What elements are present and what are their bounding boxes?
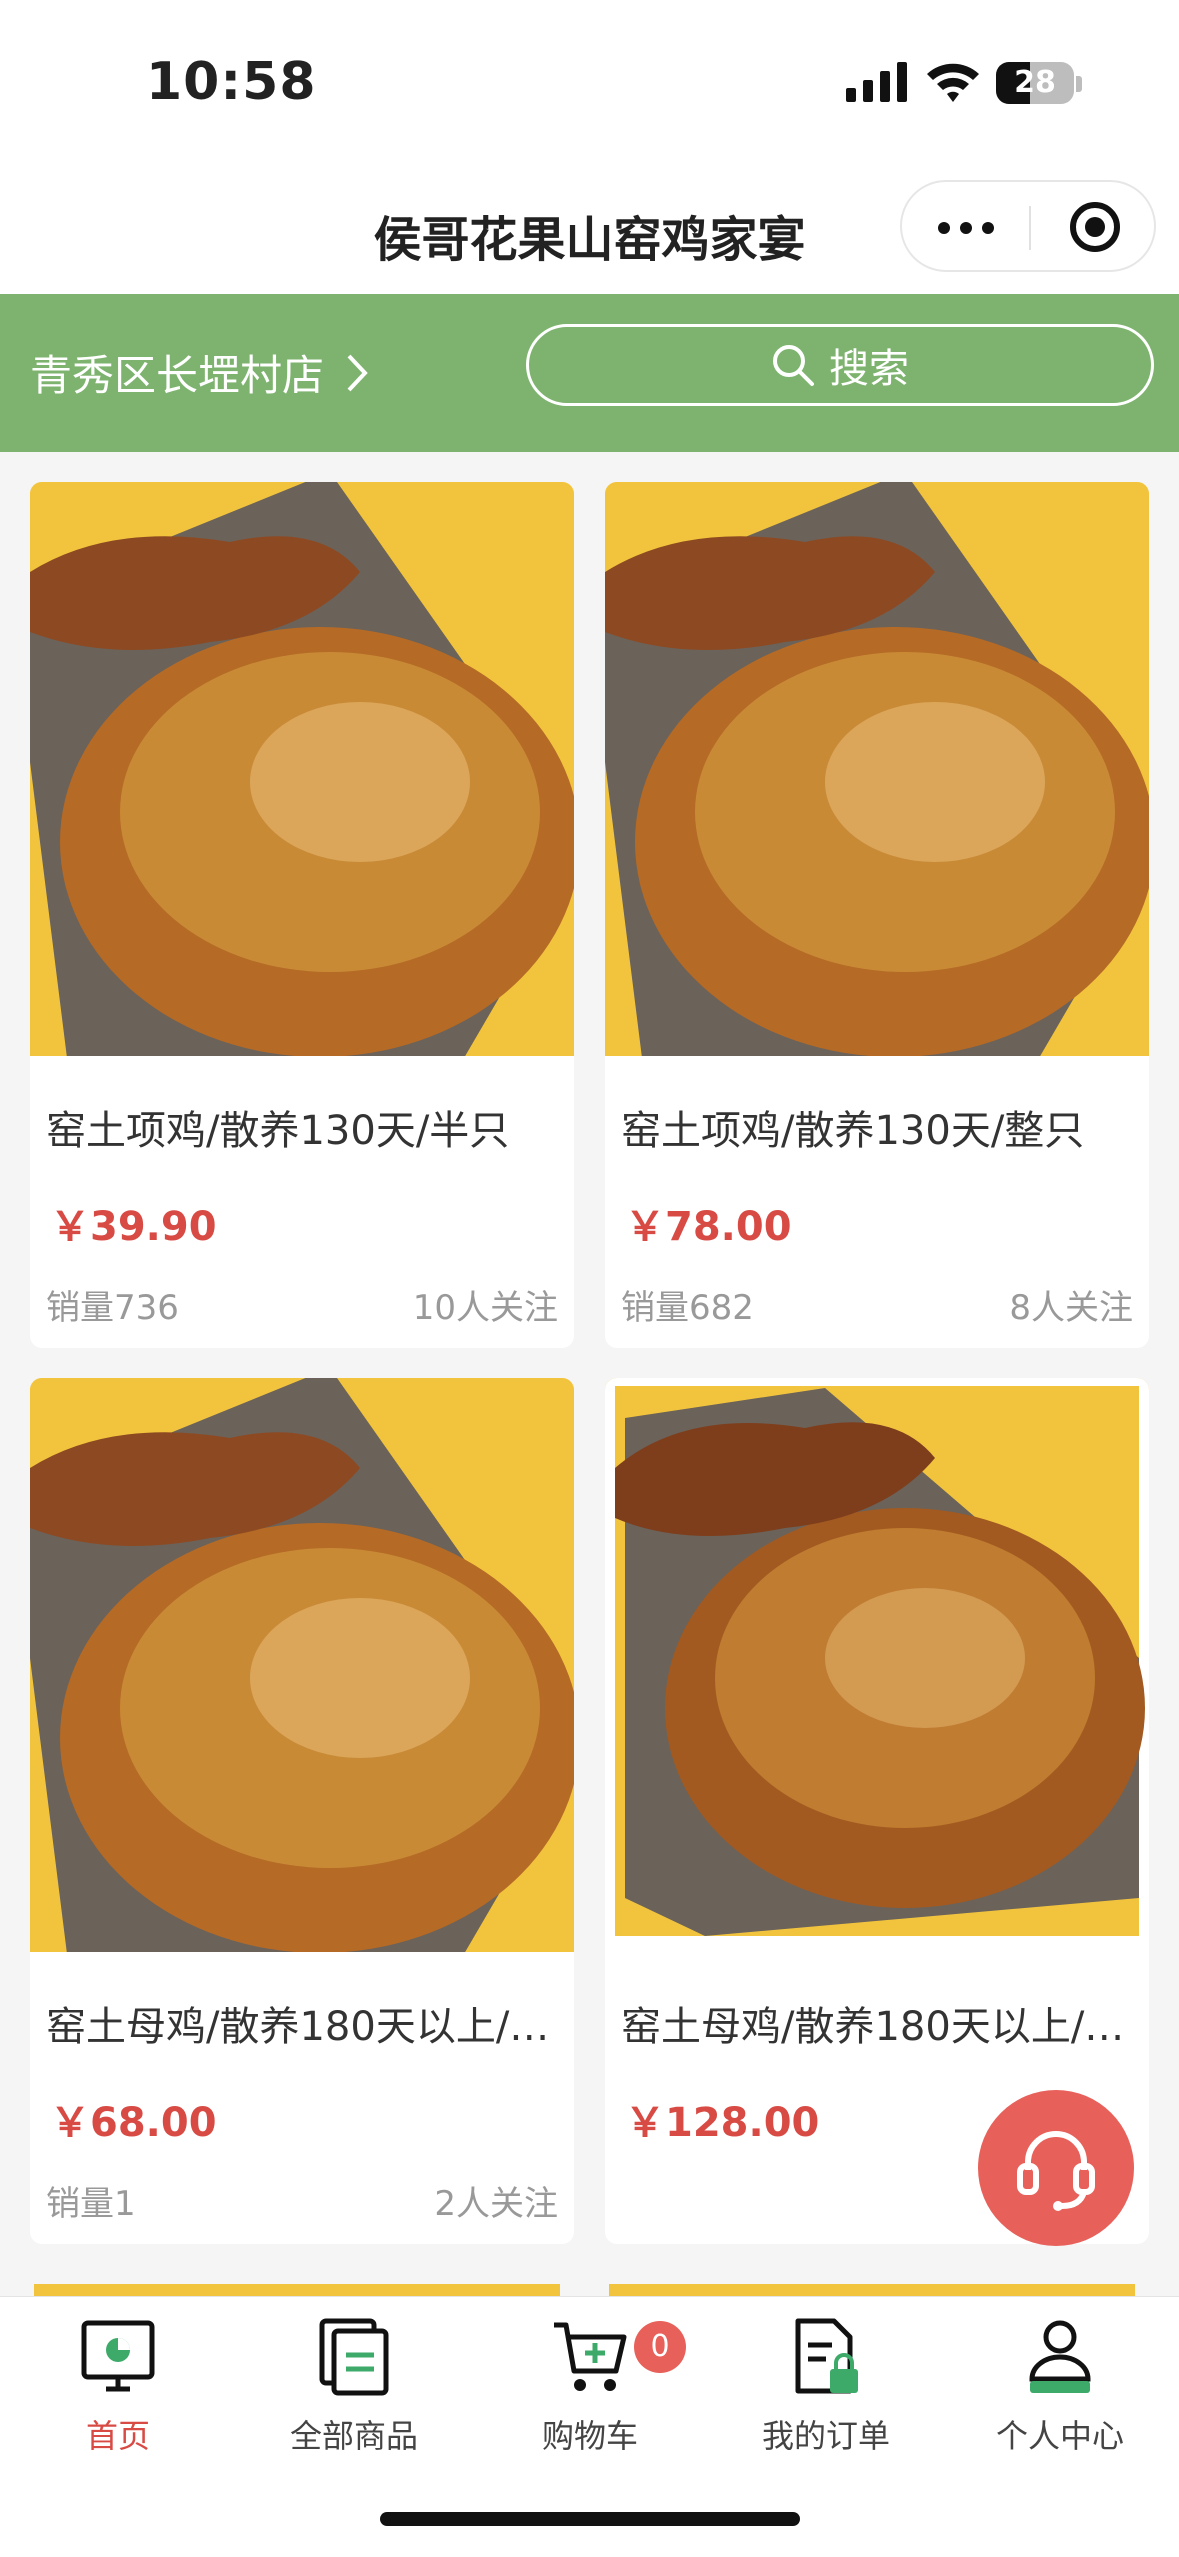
home-icon	[81, 2320, 155, 2392]
headset-icon	[1017, 2131, 1095, 2211]
product-name: 窑土项鸡/散养130天/半只	[46, 1108, 510, 1154]
home-indicator	[380, 2512, 800, 2526]
profile-icon	[1029, 2320, 1091, 2393]
product-followers: 10人关注	[412, 1288, 558, 1328]
product-price: ￥68.00	[50, 2100, 217, 2146]
battery-icon: 28	[996, 62, 1074, 104]
product-sales: 销量736	[46, 1288, 179, 1328]
product-card-partial	[34, 2284, 560, 2296]
product-card-partial	[609, 2284, 1135, 2296]
battery-level: 28	[1014, 65, 1056, 100]
tab-home-label: 首页	[85, 2417, 150, 2455]
cart-icon	[554, 2322, 627, 2391]
close-miniprogram-button[interactable]	[1070, 202, 1120, 252]
product-name: 窑土母鸡/散养180天以上/…	[46, 2004, 550, 2050]
product-image[interactable]	[605, 482, 1149, 1056]
title-bar: 侯哥花果山窑鸡家宴	[0, 170, 1179, 294]
tab-profile[interactable]: 个人中心	[960, 2317, 1160, 2477]
tab-orders-label: 我的订单	[761, 2417, 890, 2455]
store-name: 青秀区长堽村店	[30, 351, 325, 400]
status-time: 10:58	[146, 52, 317, 112]
customer-service-button[interactable]	[978, 2090, 1134, 2246]
product-sales: 销量1	[46, 2184, 136, 2224]
store-header: 青秀区长堽村店 搜索	[0, 294, 1179, 452]
product-card[interactable]: 窑土项鸡/散养130天/整只 ￥78.00 销量682 8人关注	[605, 482, 1149, 1348]
tab-home[interactable]: 首页	[18, 2317, 218, 2477]
product-image[interactable]	[30, 1378, 574, 1952]
status-bar: 10:58 28	[0, 0, 1179, 170]
orders-icon	[795, 2318, 858, 2394]
cellular-signal-icon	[846, 62, 907, 102]
product-name: 窑土项鸡/散养130天/整只	[621, 1108, 1085, 1154]
miniprogram-capsule	[900, 180, 1156, 272]
all-products-icon	[319, 2318, 389, 2396]
chevron-right-icon	[347, 354, 368, 391]
product-followers: 2人关注	[434, 2184, 558, 2224]
tab-profile-label: 个人中心	[995, 2417, 1124, 2455]
wifi-icon	[927, 63, 979, 102]
tab-cart-label: 购物车	[541, 2417, 638, 2455]
product-followers: 8人关注	[1009, 1288, 1133, 1328]
product-image[interactable]	[605, 1378, 1149, 1952]
more-menu-button[interactable]	[902, 182, 1030, 270]
cart-count-badge: 0	[634, 2321, 686, 2373]
product-sales: 销量682	[621, 1288, 754, 1328]
product-price: ￥128.00	[625, 2100, 820, 2146]
tab-all-products[interactable]: 全部商品	[254, 2317, 454, 2477]
product-price: ￥39.90	[50, 1204, 217, 1250]
product-card[interactable]: 窑土项鸡/散养130天/半只 ￥39.90 销量736 10人关注	[30, 482, 574, 1348]
store-selector[interactable]: 青秀区长堽村店	[30, 342, 368, 403]
product-card[interactable]: 窑土母鸡/散养180天以上/… ￥68.00 销量1 2人关注	[30, 1378, 574, 2244]
search-icon	[773, 345, 814, 386]
product-image[interactable]	[30, 482, 574, 1056]
product-name: 窑土母鸡/散养180天以上/…	[621, 2004, 1125, 2050]
product-price: ￥78.00	[625, 1204, 792, 1250]
search-bar[interactable]: 搜索	[526, 324, 1154, 406]
tab-orders[interactable]: 我的订单	[726, 2317, 926, 2477]
tab-all-products-label: 全部商品	[289, 2417, 418, 2455]
search-label: 搜索	[829, 346, 909, 392]
